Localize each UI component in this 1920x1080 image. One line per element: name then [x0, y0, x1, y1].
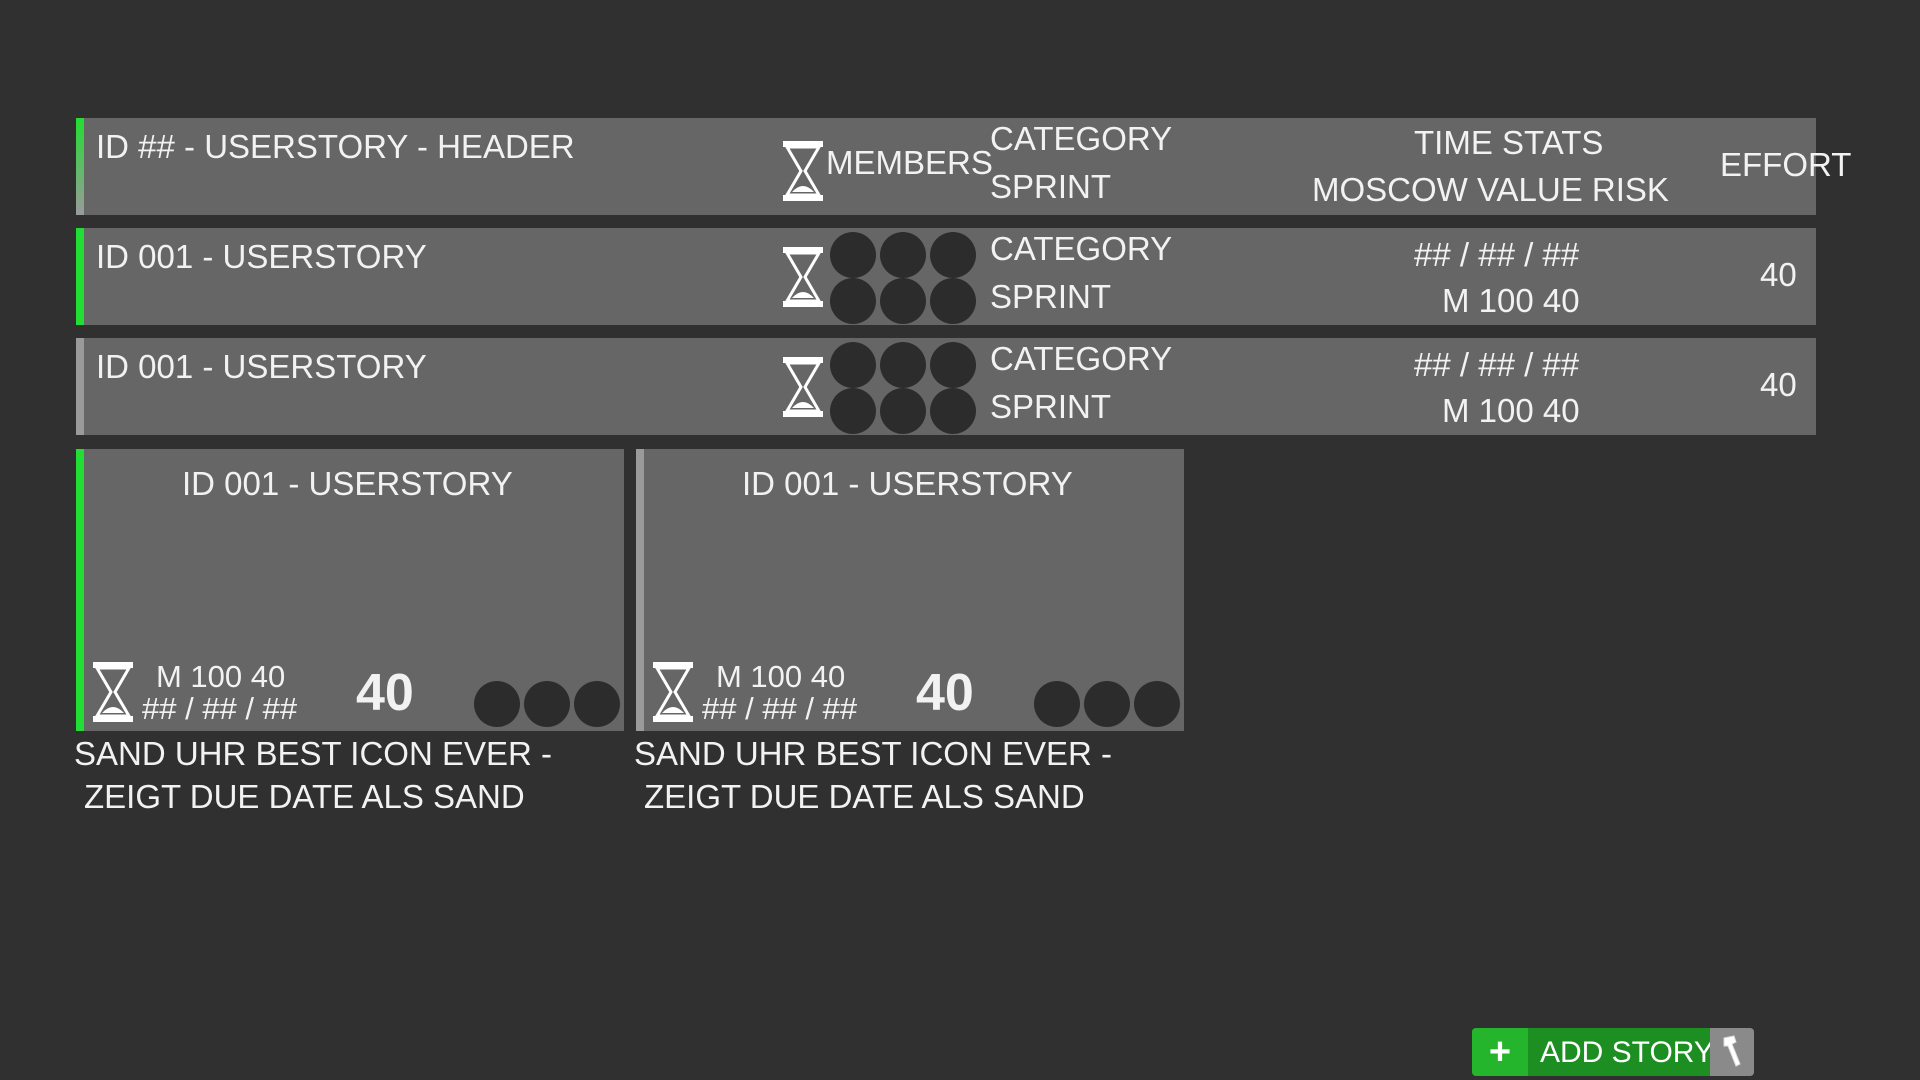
annotation-line-2: ZEIGT DUE DATE ALS SAND: [84, 778, 525, 815]
member-avatar[interactable]: [830, 388, 876, 434]
member-avatar[interactable]: [474, 681, 520, 727]
annotation-line-1: SAND UHR BEST ICON EVER -: [74, 735, 552, 772]
status-accent-bar: [76, 228, 84, 325]
category-column-label: CATEGORY: [990, 120, 1173, 157]
member-avatar[interactable]: [830, 278, 876, 324]
annotation-note: SAND UHR BEST ICON EVER - ZEIGT DUE DATE…: [74, 732, 552, 818]
story-dates: ## / ## / ##: [1414, 346, 1580, 383]
pin-tool-icon[interactable]: [1710, 1028, 1754, 1076]
add-story-button[interactable]: + ADD STORY: [1472, 1028, 1754, 1076]
story-category: CATEGORY: [990, 230, 1173, 267]
status-accent-bar: [636, 449, 644, 731]
member-avatar[interactable]: [930, 342, 976, 388]
card-moscow: M 100 40: [716, 659, 846, 694]
story-title: ID 001 - USERSTORY: [96, 238, 427, 275]
members-column-label: MEMBERS: [826, 144, 993, 181]
story-moscow: M 100 40: [1442, 282, 1580, 319]
header-title: ID ## - USERSTORY - HEADER: [96, 128, 575, 165]
hourglass-icon: [93, 662, 133, 722]
hourglass-icon: [783, 247, 823, 307]
story-effort: 40: [1760, 366, 1797, 403]
story-category: CATEGORY: [990, 340, 1173, 377]
story-card[interactable]: ID 001 - USERSTORY M 100 40 ## / ## / ##…: [76, 449, 624, 731]
member-avatar[interactable]: [930, 278, 976, 324]
member-avatar[interactable]: [1134, 681, 1180, 727]
member-avatar[interactable]: [524, 681, 570, 727]
header-accent-bar: [76, 118, 84, 215]
card-moscow: M 100 40: [156, 659, 286, 694]
card-effort: 40: [356, 664, 414, 722]
member-avatar[interactable]: [930, 232, 976, 278]
plus-icon[interactable]: +: [1472, 1028, 1528, 1076]
status-accent-bar: [76, 449, 84, 731]
member-avatar[interactable]: [880, 342, 926, 388]
story-sprint: SPRINT: [990, 278, 1112, 315]
hourglass-icon: [653, 662, 693, 722]
story-row[interactable]: ID 001 - USERSTORY CATEGORY SPRINT ## / …: [76, 228, 1816, 325]
status-accent-bar: [76, 338, 84, 435]
member-avatar[interactable]: [930, 388, 976, 434]
moscow-column-label: MOSCOW VALUE RISK: [1312, 171, 1669, 208]
hourglass-icon: [783, 357, 823, 417]
pin-tool-glyph: [1723, 1035, 1741, 1067]
story-card[interactable]: ID 001 - USERSTORY M 100 40 ## / ## / ##…: [636, 449, 1184, 731]
member-avatar[interactable]: [880, 388, 926, 434]
add-story-label: ADD STORY: [1540, 1036, 1714, 1069]
member-avatar[interactable]: [574, 681, 620, 727]
story-title: ID 001 - USERSTORY: [96, 348, 427, 385]
sprint-column-label: SPRINT: [990, 168, 1112, 205]
card-dates: ## / ## / ##: [142, 691, 298, 726]
story-effort: 40: [1760, 256, 1797, 293]
annotation-line-1: SAND UHR BEST ICON EVER -: [634, 735, 1112, 772]
member-avatar[interactable]: [830, 232, 876, 278]
annotation-line-2: ZEIGT DUE DATE ALS SAND: [644, 778, 1085, 815]
effort-column-label: EFFORT: [1720, 146, 1852, 183]
member-avatar[interactable]: [1084, 681, 1130, 727]
member-avatar[interactable]: [880, 232, 926, 278]
member-avatar[interactable]: [1034, 681, 1080, 727]
hourglass-icon: [783, 141, 823, 201]
story-row[interactable]: ID 001 - USERSTORY CATEGORY SPRINT ## / …: [76, 338, 1816, 435]
card-title: ID 001 - USERSTORY: [742, 465, 1073, 502]
story-dates: ## / ## / ##: [1414, 236, 1580, 273]
member-avatar[interactable]: [880, 278, 926, 324]
header-row: ID ## - USERSTORY - HEADER MEMBERS CATEG…: [76, 118, 1851, 215]
time-stats-column-label: TIME STATS: [1414, 124, 1604, 161]
story-sprint: SPRINT: [990, 388, 1112, 425]
card-effort: 40: [916, 664, 974, 722]
member-avatar[interactable]: [830, 342, 876, 388]
card-dates: ## / ## / ##: [702, 691, 858, 726]
story-moscow: M 100 40: [1442, 392, 1580, 429]
annotation-note: SAND UHR BEST ICON EVER - ZEIGT DUE DATE…: [634, 732, 1112, 818]
card-title: ID 001 - USERSTORY: [182, 465, 513, 502]
